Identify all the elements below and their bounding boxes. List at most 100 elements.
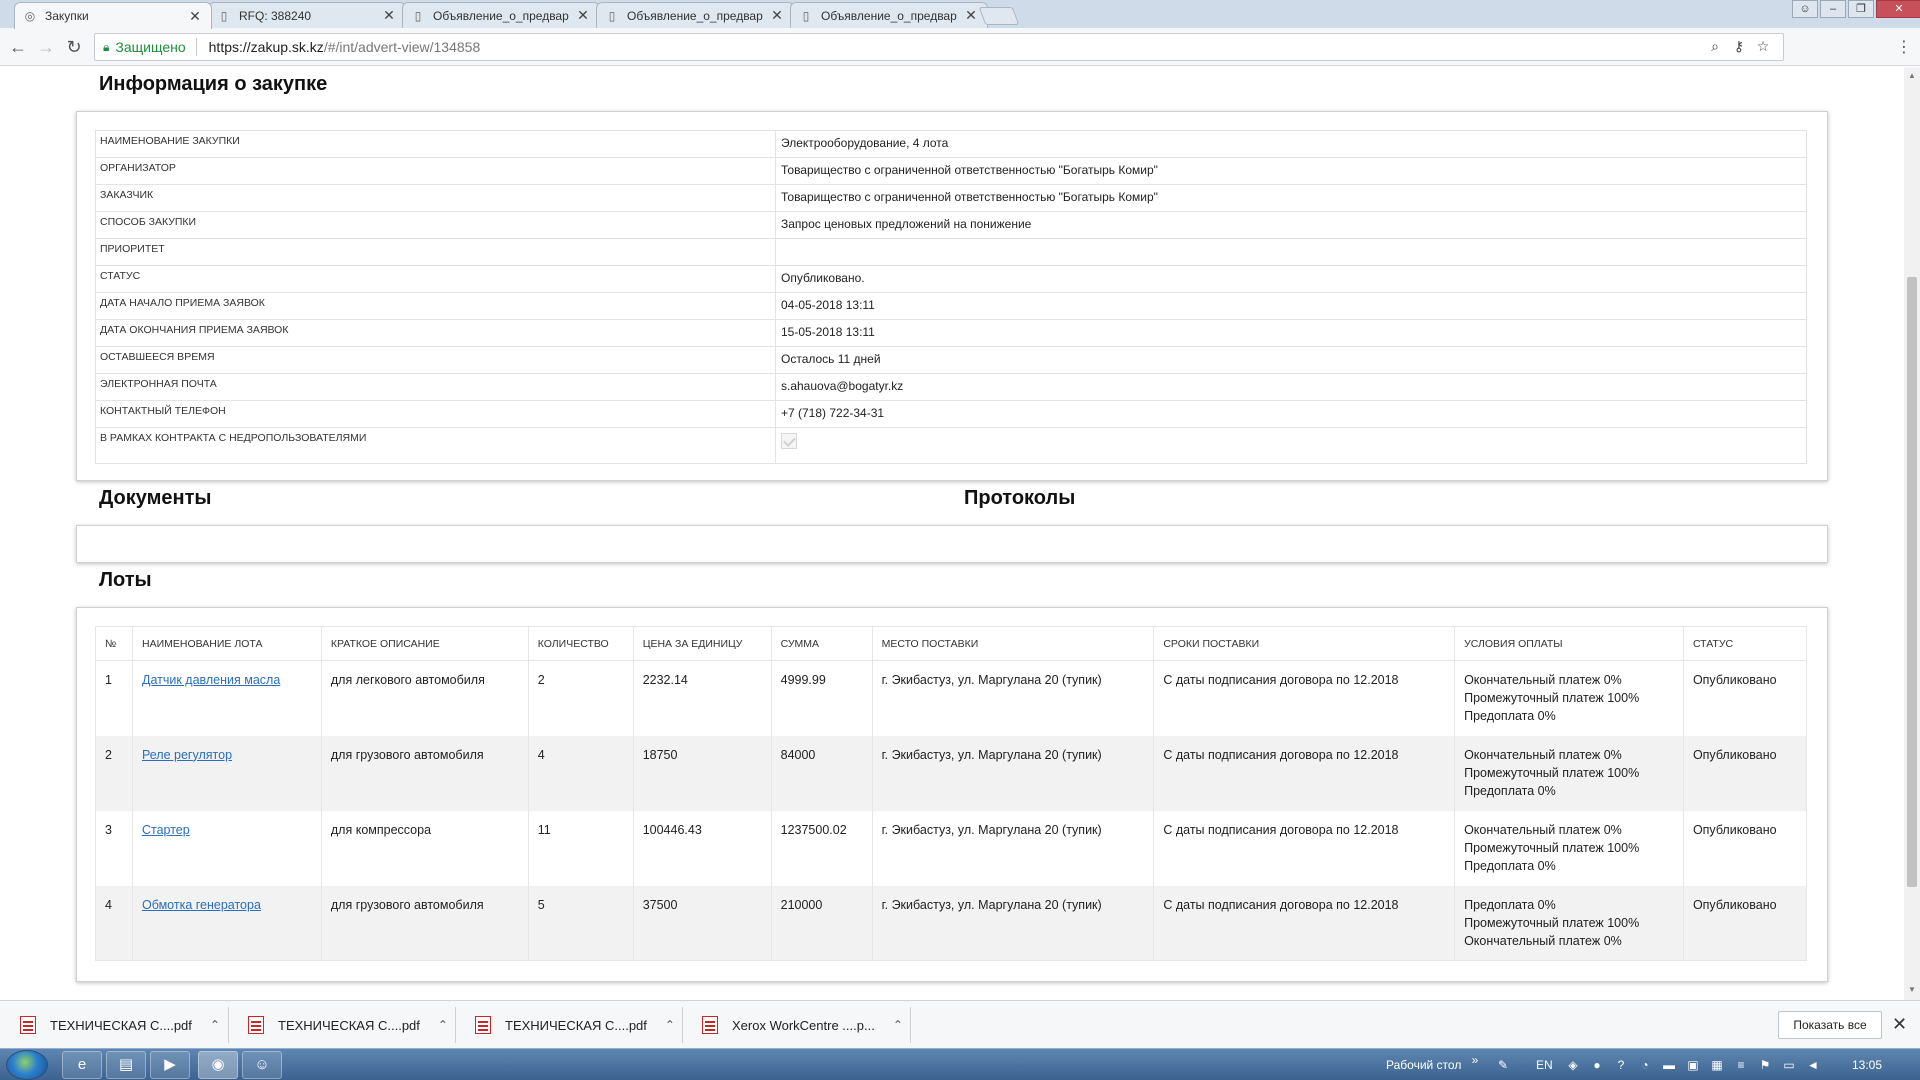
column-header[interactable]: ЦЕНА ЗА ЕДИНИЦУ	[632, 626, 772, 661]
show-all-button[interactable]: Показать все	[1778, 1011, 1882, 1039]
close-icon[interactable]: ✕	[1892, 1014, 1907, 1035]
info-row: ЭЛЕКТРОННАЯ ПОЧТА s.ahauova@bogatyr.kz	[95, 373, 1807, 401]
info-value: Товарищество с ограниченной ответственно…	[775, 157, 1807, 185]
explorer-icon[interactable]: ▤	[106, 1051, 146, 1079]
media-player-icon[interactable]: ▶	[150, 1051, 190, 1079]
minimize-button[interactable]: –	[1820, 0, 1846, 18]
chevron-up-icon[interactable]: ⌃	[210, 1018, 220, 1032]
forward-icon[interactable]: →	[36, 37, 56, 57]
wifi-icon[interactable]: ◔	[1638, 1058, 1652, 1072]
user-icon[interactable]: ☺	[1792, 0, 1818, 18]
page-scrollbar[interactable]: ▲ ▼	[1904, 67, 1920, 1000]
column-header[interactable]: МЕСТО ПОСТАВКИ	[871, 626, 1155, 661]
scroll-up-icon[interactable]: ▲	[1908, 71, 1916, 80]
close-icon[interactable]: ✕	[769, 7, 785, 24]
documents-title: Документы	[99, 487, 212, 509]
reload-icon[interactable]: ↻	[64, 37, 84, 57]
scroll-down-icon[interactable]: ▼	[1908, 985, 1916, 994]
info-value: 04-05-2018 13:11	[775, 292, 1807, 320]
scroll-thumb[interactable]	[1907, 277, 1917, 887]
new-tab-button[interactable]	[978, 7, 1020, 25]
menu-icon[interactable]: ⋮	[1896, 37, 1912, 57]
info-label: В РАМКАХ КОНТРАКТА С НЕДРОПОЛЬЗОВАТЕЛЯМИ	[95, 427, 776, 464]
lot-name-link[interactable]: Обмотка генератора	[142, 898, 261, 912]
pdf-file-icon	[702, 1016, 718, 1034]
volume-icon[interactable]: ◄	[1806, 1058, 1820, 1072]
chevron-up-icon[interactable]: ⌃	[893, 1018, 903, 1032]
lot-status: Опубликовано	[1682, 660, 1808, 736]
pen-icon[interactable]: ✎	[1496, 1058, 1510, 1072]
tab-announcement-1[interactable]: ▯ Объявление_о_предвар ✕	[402, 2, 600, 28]
stack-icon[interactable]: ≡	[1734, 1058, 1748, 1072]
language-indicator[interactable]: EN	[1536, 1058, 1553, 1072]
column-header[interactable]: КОЛИЧЕСТВО	[527, 626, 634, 661]
lot-payment-terms: Предоплата 0% Промежуточный платеж 100% Ок…	[1454, 885, 1684, 961]
download-item[interactable]: Xerox WorkCentre ....p... ⌃	[702, 1011, 903, 1039]
lot-name-link[interactable]: Стартер	[142, 823, 190, 837]
network-icon[interactable]: ▣	[1686, 1058, 1700, 1072]
monitor-icon[interactable]: ▭	[1782, 1058, 1796, 1072]
close-icon[interactable]: ✕	[575, 7, 591, 24]
folder-icon[interactable]: ▬	[1662, 1058, 1676, 1072]
lot-unit-price: 2232.14	[632, 660, 772, 736]
tab-title: Объявление_о_предвар	[821, 8, 957, 23]
column-header[interactable]: УСЛОВИЯ ОПЛАТЫ	[1454, 626, 1684, 661]
column-header[interactable]: КРАТКОЕ ОПИСАНИЕ	[320, 626, 529, 661]
tab-announcement-3[interactable]: ▯ Объявление_о_предвар ✕	[790, 2, 988, 28]
pdf-file-icon	[248, 1016, 264, 1034]
start-button[interactable]	[6, 1050, 48, 1080]
lots-title: Лоты	[99, 569, 152, 591]
help-icon[interactable]: ?	[1614, 1058, 1628, 1072]
zoom-icon[interactable]: ⌕	[1703, 38, 1727, 55]
table-row: 2 Реле регулятор для грузового автомобил…	[95, 735, 1808, 811]
shield-icon[interactable]: ◈	[1566, 1058, 1580, 1072]
close-icon[interactable]: ✕	[381, 7, 397, 24]
desktop-label[interactable]: Рабочий стол	[1386, 1058, 1461, 1072]
lot-name-cell: Обмотка генератора	[131, 885, 322, 961]
restore-button[interactable]: ❐	[1848, 0, 1874, 18]
address-bar[interactable]: 🔒︎ Защищено https://zakup.sk.kz /#/int/a…	[94, 33, 1784, 61]
info-value: +7 (718) 722-34-31	[775, 400, 1807, 428]
subsoil-contract-checkbox[interactable]	[781, 433, 797, 449]
info-row: ОСТАВШЕЕСЯ ВРЕМЯ Осталось 11 дней	[95, 346, 1807, 374]
close-icon[interactable]: ✕	[187, 8, 203, 25]
chevron-up-icon[interactable]: ⌃	[665, 1018, 675, 1032]
info-label: ОРГАНИЗАТОР	[95, 157, 776, 185]
column-header[interactable]: СУММА	[770, 626, 873, 661]
chevron-up-icon[interactable]: ⌃	[438, 1018, 448, 1032]
chevron-right-icon[interactable]: »	[1468, 1053, 1482, 1067]
info-value	[775, 427, 1807, 464]
key-icon[interactable]: ⚷	[1727, 38, 1751, 55]
downloads-bar: ТЕХНИЧЕСКАЯ С....pdf ⌃ ТЕХНИЧЕСКАЯ С....…	[0, 1000, 1920, 1048]
chrome-icon[interactable]: ◉	[198, 1051, 238, 1079]
window-close-button[interactable]: ✕	[1876, 0, 1920, 18]
divider	[682, 1007, 683, 1043]
info-value	[775, 238, 1807, 266]
lot-number: 3	[95, 810, 133, 886]
download-item[interactable]: ТЕХНИЧЕСКАЯ С....pdf ⌃	[20, 1011, 220, 1039]
lot-name-link[interactable]: Датчик давления масла	[142, 673, 280, 687]
close-icon[interactable]: ✕	[963, 7, 979, 24]
tab-zakupki[interactable]: ◎ Закупки ✕	[14, 2, 212, 29]
column-header[interactable]: НАИМЕНОВАНИЕ ЛОТА	[131, 626, 322, 661]
info-label: КОНТАКТНЫЙ ТЕЛЕФОН	[95, 400, 776, 428]
tab-rfq[interactable]: ▯ RFQ: 388240 ✕	[208, 2, 406, 28]
tab-announcement-2[interactable]: ▯ Объявление_о_предвар ✕	[596, 2, 794, 28]
column-header[interactable]: СТАТУС	[1682, 626, 1808, 661]
column-header[interactable]: №	[95, 626, 133, 661]
printer-icon[interactable]: ▦	[1710, 1058, 1724, 1072]
payment-line: Предоплата 0%	[1464, 897, 1556, 912]
ie-icon[interactable]: e	[62, 1051, 102, 1079]
browser-toolbar: ← → ↻ 🔒︎ Защищено https://zakup.sk.kz /#…	[0, 28, 1920, 66]
app-icon[interactable]: ☺	[242, 1051, 282, 1079]
clock[interactable]: 13:05	[1852, 1058, 1882, 1072]
column-header[interactable]: СРОКИ ПОСТАВКИ	[1153, 626, 1456, 661]
lot-name-link[interactable]: Реле регулятор	[142, 748, 232, 762]
bulb-icon[interactable]: ●	[1590, 1058, 1604, 1072]
flag-icon[interactable]: ⚑	[1758, 1058, 1772, 1072]
download-item[interactable]: ТЕХНИЧЕСКАЯ С....pdf ⌃	[475, 1011, 675, 1039]
back-icon[interactable]: ←	[8, 37, 28, 57]
star-icon[interactable]: ☆	[1751, 38, 1775, 55]
download-item[interactable]: ТЕХНИЧЕСКАЯ С....pdf ⌃	[248, 1011, 448, 1039]
lot-delivery-place: г. Экибастуз, ул. Маргулана 20 (тупик)	[871, 660, 1155, 736]
